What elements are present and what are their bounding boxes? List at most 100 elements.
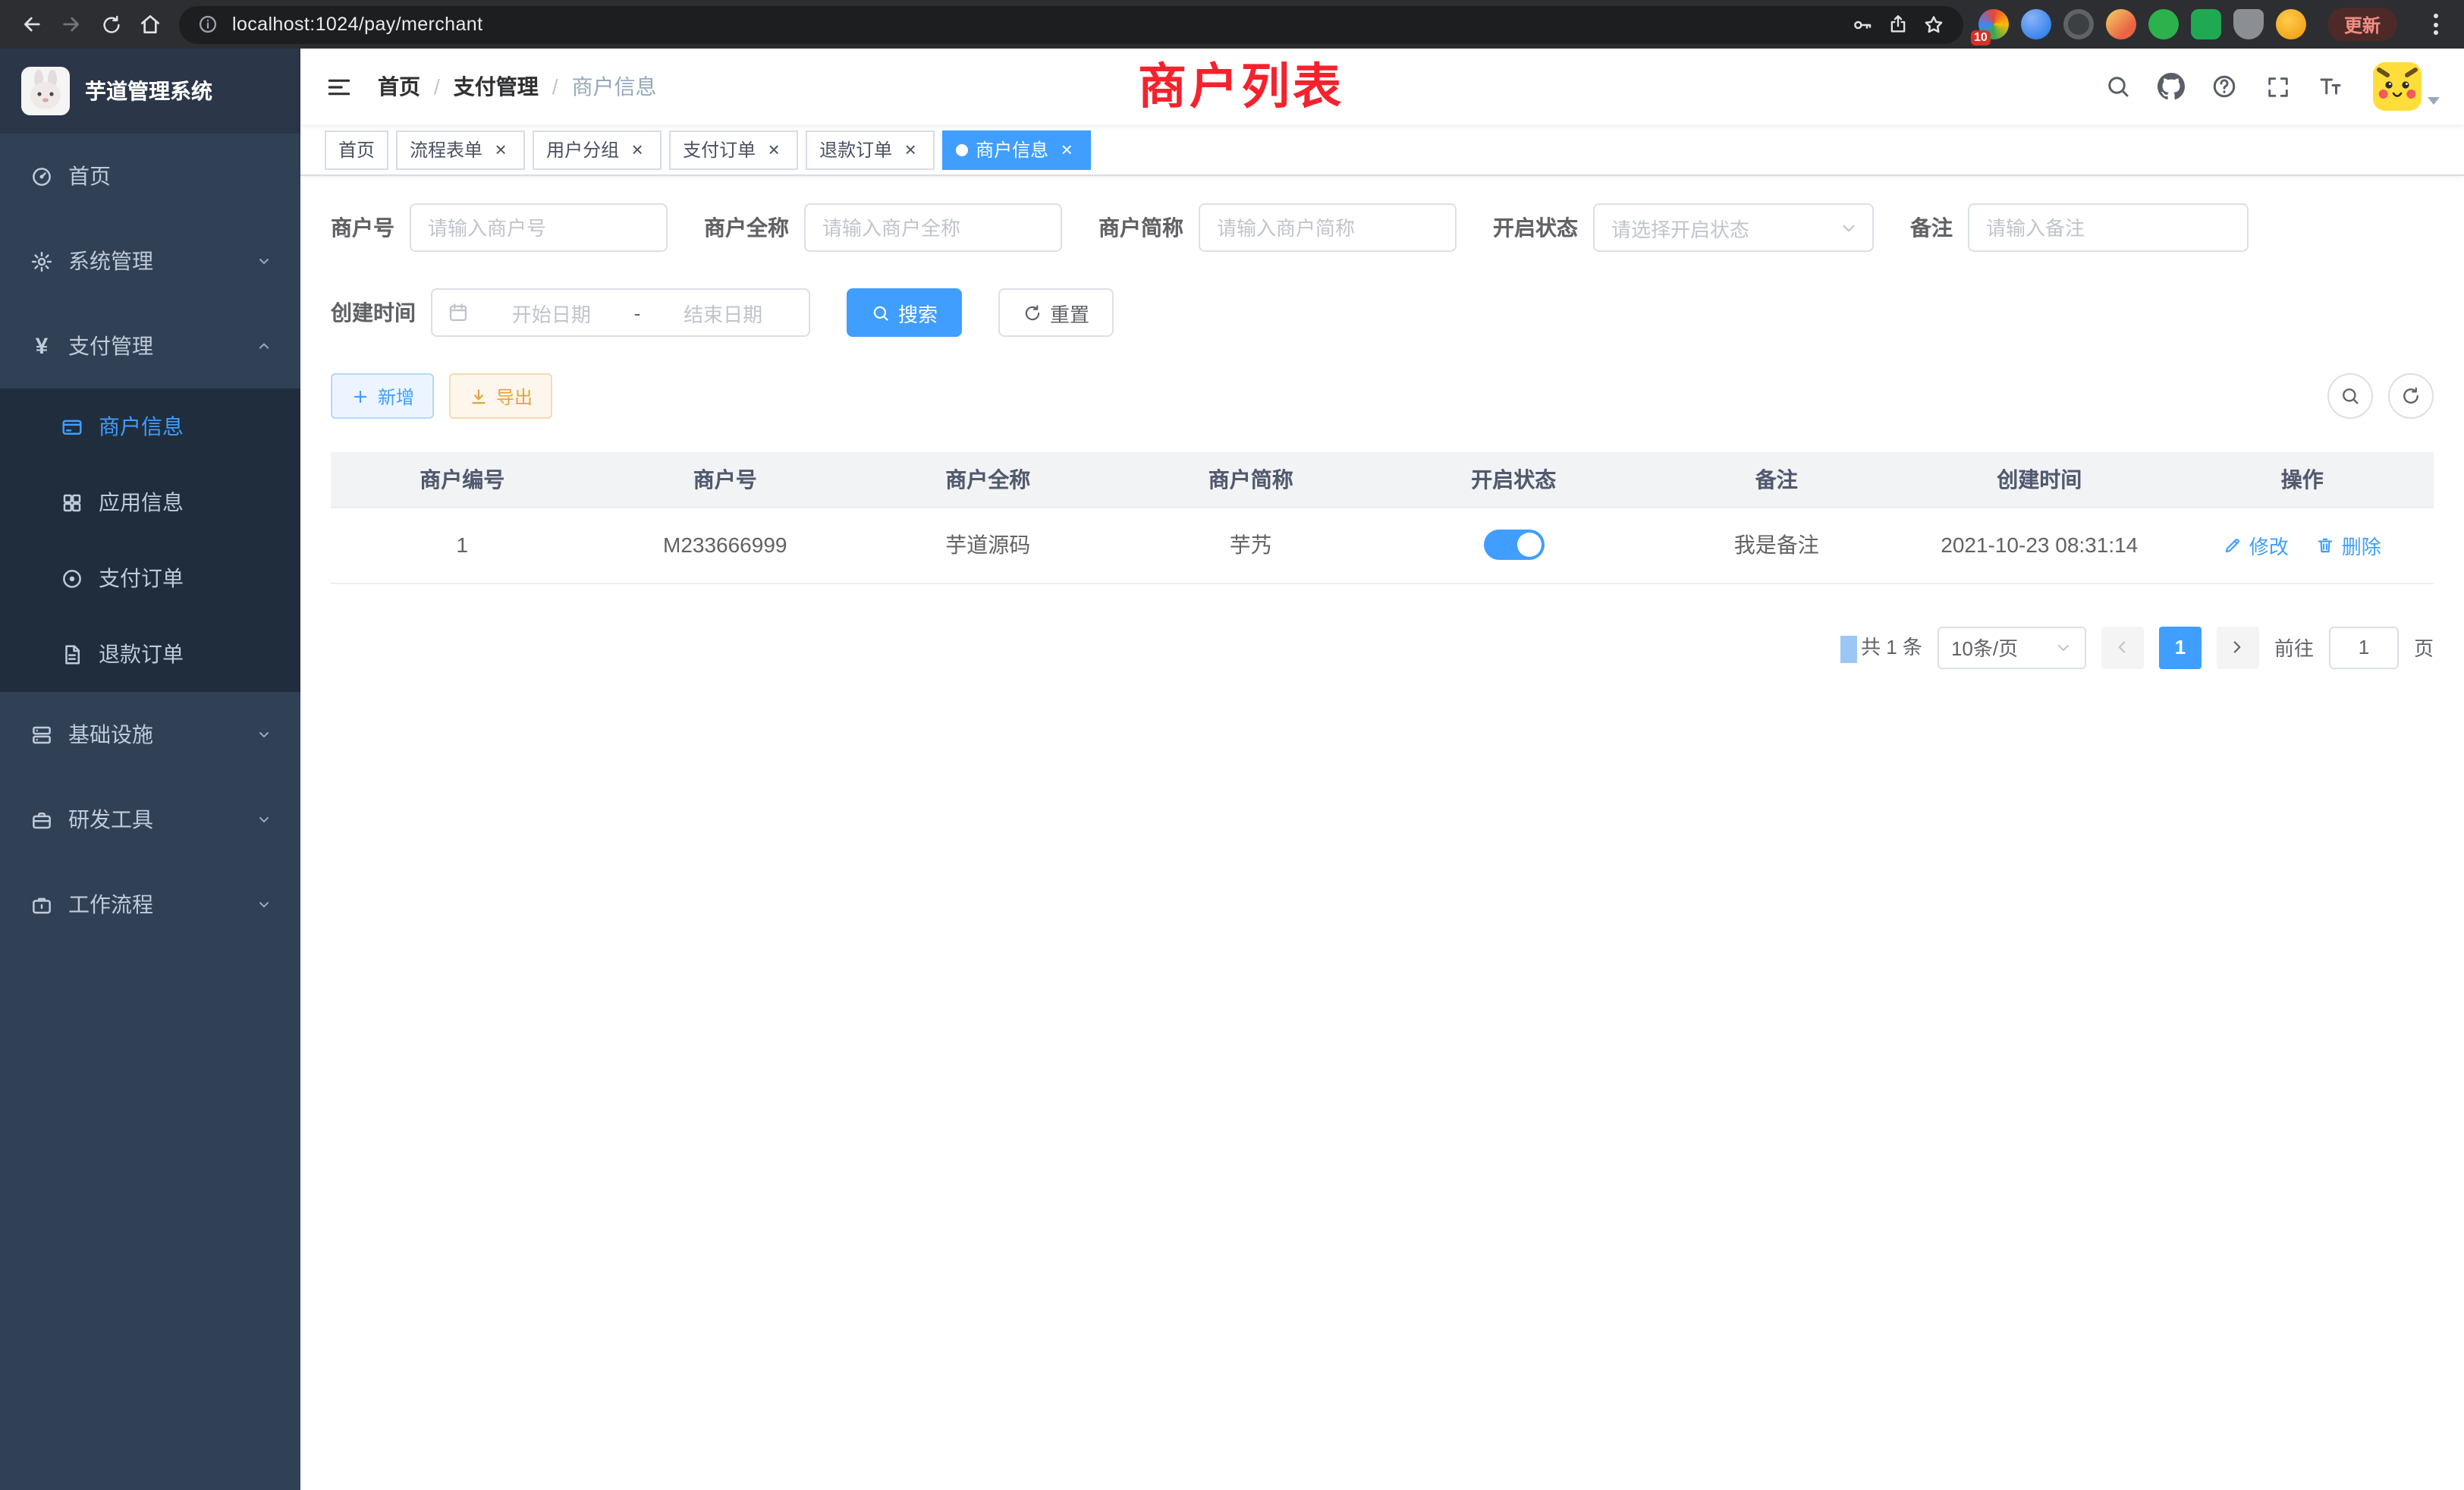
- goto-label: 前往: [2274, 633, 2314, 662]
- merchant-card-icon: [61, 415, 83, 438]
- extension-icon-2[interactable]: [2021, 9, 2051, 39]
- short-name-input[interactable]: [1199, 203, 1457, 252]
- sidebar-item-pay[interactable]: ¥ 支付管理: [0, 303, 300, 388]
- search-icon[interactable]: [2104, 73, 2132, 100]
- forward-arrow-icon: [59, 12, 83, 36]
- address-bar[interactable]: localhost:1024/pay/merchant: [179, 5, 1963, 43]
- merchant-table: 商户编号 商户号 商户全称 商户简称 开启状态 备注 创建时间 操作 1: [331, 452, 2434, 583]
- tab-pay-order[interactable]: 支付订单: [669, 130, 798, 169]
- logo-image: [21, 67, 70, 115]
- extension-badge: 10: [1971, 30, 1991, 46]
- table-header-row: 商户编号 商户号 商户全称 商户简称 开启状态 备注 创建时间 操作: [331, 452, 2434, 507]
- pagination-total: 共 1 条: [1841, 631, 1922, 662]
- close-icon[interactable]: [627, 139, 648, 160]
- extension-icon-3[interactable]: [2063, 9, 2094, 39]
- close-icon[interactable]: [1056, 139, 1077, 160]
- page-number-button[interactable]: 1: [2159, 626, 2202, 668]
- chevron-down-icon: [255, 725, 273, 743]
- extension-icon-1[interactable]: 10: [1978, 9, 2009, 39]
- extension-icon-4[interactable]: [2106, 9, 2136, 39]
- refund-doc-icon: [61, 643, 83, 665]
- sidebar-item-merchant-info[interactable]: 商户信息: [0, 388, 300, 464]
- tab-process-form[interactable]: 流程表单: [396, 130, 525, 169]
- share-icon[interactable]: [1887, 14, 1909, 35]
- chevron-up-icon: [255, 337, 273, 355]
- next-page-button[interactable]: [2217, 626, 2259, 668]
- browser-reload-button[interactable]: [91, 5, 130, 44]
- user-avatar[interactable]: [2373, 62, 2440, 111]
- sidebar-item-system[interactable]: 系统管理: [0, 218, 300, 303]
- filter-remark: 备注: [1910, 203, 2249, 252]
- app-logo[interactable]: 芋道管理系统: [0, 49, 300, 134]
- sidebar-item-devtools[interactable]: 研发工具: [0, 777, 300, 862]
- extension-icon-7[interactable]: [2233, 9, 2264, 39]
- refresh-table-button[interactable]: [2388, 373, 2434, 419]
- remark-input[interactable]: [1968, 203, 2249, 252]
- app-title: 芋道管理系统: [85, 76, 212, 106]
- prev-page-button[interactable]: [2101, 626, 2144, 668]
- font-size-icon[interactable]: [2317, 73, 2344, 100]
- filter-create-time: 创建时间 开始日期 - 结束日期: [331, 288, 810, 337]
- sidebar-item-refund-order[interactable]: 退款订单: [0, 616, 300, 692]
- download-icon: [469, 386, 489, 406]
- cell-full-name: 芋道源码: [856, 507, 1120, 583]
- close-icon[interactable]: [490, 139, 511, 160]
- info-icon[interactable]: [197, 14, 218, 35]
- tab-refund-order[interactable]: 退款订单: [806, 130, 935, 169]
- col-merchant-id: 商户编号: [331, 452, 594, 507]
- sidebar-item-infra[interactable]: 基础设施: [0, 692, 300, 777]
- close-icon[interactable]: [900, 139, 921, 160]
- key-icon[interactable]: [1851, 13, 1874, 36]
- search-button[interactable]: 搜索: [847, 288, 962, 337]
- browser-home-button[interactable]: [130, 5, 170, 44]
- reset-button[interactable]: 重置: [998, 288, 1114, 337]
- sidebar-item-workflow[interactable]: 工作流程: [0, 862, 300, 947]
- hamburger-icon[interactable]: [325, 72, 354, 101]
- star-icon[interactable]: [1922, 13, 1945, 36]
- sidebar-item-pay-order[interactable]: 支付订单: [0, 540, 300, 616]
- tab-home[interactable]: 首页: [325, 130, 388, 169]
- sidebar-item-home[interactable]: 首页: [0, 134, 300, 218]
- edit-pencil-icon: [2224, 535, 2243, 555]
- filter-row-1: 商户号 商户全称 商户简称 开启状态 请选择开启状态: [331, 203, 2434, 252]
- col-short-name: 商户简称: [1120, 452, 1383, 507]
- plus-icon: [350, 386, 370, 406]
- edit-link[interactable]: 修改: [2224, 530, 2289, 559]
- browser-forward-button[interactable]: [52, 5, 91, 44]
- remark-label: 备注: [1910, 212, 1953, 243]
- full-name-input[interactable]: [804, 203, 1062, 252]
- browser-update-button[interactable]: 更新: [2327, 8, 2397, 41]
- export-button[interactable]: 导出: [449, 373, 552, 419]
- delete-link[interactable]: 删除: [2316, 530, 2381, 559]
- extension-icon-6[interactable]: [2191, 9, 2221, 39]
- github-icon[interactable]: [2158, 73, 2185, 100]
- help-icon[interactable]: [2211, 73, 2238, 100]
- fullscreen-icon[interactable]: [2264, 73, 2291, 100]
- tab-merchant-info[interactable]: 商户信息: [942, 130, 1091, 169]
- tab-bar: 首页 流程表单 用户分组 支付订单 退款订单: [300, 124, 2464, 176]
- add-button[interactable]: 新增: [331, 373, 434, 419]
- close-icon[interactable]: [763, 139, 784, 160]
- page-size-select[interactable]: 10条/页: [1938, 626, 2086, 668]
- table-toolbar: 新增 导出: [331, 373, 2434, 419]
- extension-icon-5[interactable]: [2148, 9, 2179, 39]
- breadcrumb-pay[interactable]: 支付管理: [454, 71, 539, 102]
- chevron-down-icon: [255, 895, 273, 913]
- date-range-picker[interactable]: 开始日期 - 结束日期: [431, 288, 810, 337]
- browser-menu-button[interactable]: [2418, 8, 2452, 41]
- browser-back-button[interactable]: [12, 5, 52, 44]
- merchant-no-input[interactable]: [410, 203, 668, 252]
- col-remark: 备注: [1645, 452, 1909, 507]
- create-time-label: 创建时间: [331, 297, 416, 328]
- start-date-placeholder: 开始日期: [481, 298, 622, 327]
- breadcrumb-home[interactable]: 首页: [378, 71, 420, 102]
- tab-user-group[interactable]: 用户分组: [533, 130, 662, 169]
- col-actions: 操作: [2171, 452, 2434, 507]
- sidebar-item-app-info[interactable]: 应用信息: [0, 464, 300, 540]
- extension-icon-8[interactable]: [2276, 9, 2306, 39]
- status-select[interactable]: 请选择开启状态: [1593, 203, 1874, 252]
- toolbox-icon: [30, 808, 53, 831]
- status-toggle[interactable]: [1483, 530, 1544, 560]
- goto-page-input[interactable]: [2329, 626, 2399, 668]
- toggle-search-button[interactable]: [2327, 373, 2373, 419]
